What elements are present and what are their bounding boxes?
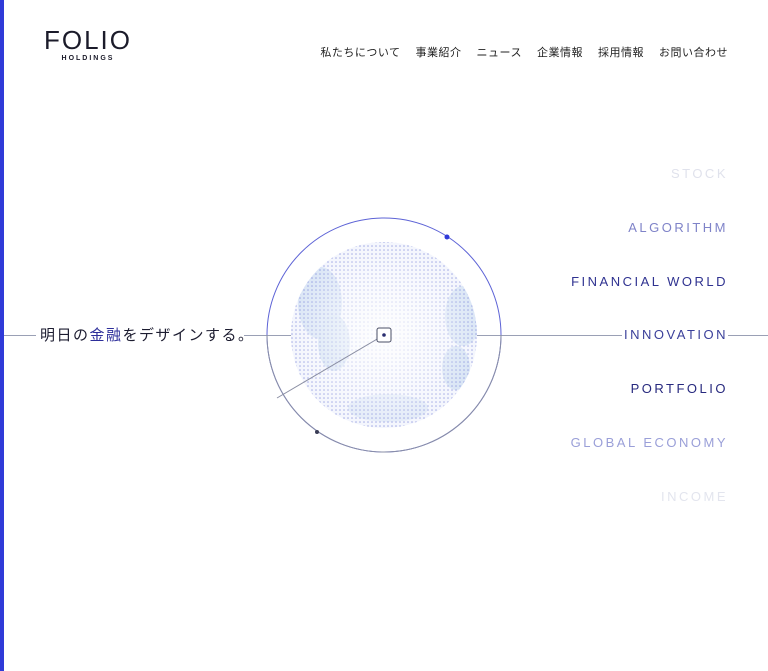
nav-company[interactable]: 企業情報 [537,44,583,60]
keyword-innovation: INNOVATION [622,327,728,342]
nav-about[interactable]: 私たちについて [320,44,400,60]
nav-contact[interactable]: お問い合わせ [659,44,728,60]
left-horizontal-line [4,335,36,336]
keyword-income: INCOME [659,489,728,504]
nav-recruit[interactable]: 採用情報 [598,44,644,60]
nav-business[interactable]: 事業紹介 [416,44,462,60]
main-nav: 私たちについて 事業紹介 ニュース 企業情報 採用情報 お問い合わせ [320,44,728,60]
keyword-stock: STOCK [668,166,728,181]
logo-subtitle: HOLDINGS [61,55,115,62]
tagline-part1: 明日の [40,326,90,344]
hero-tagline: 明日の金融をデザインする。 [40,324,255,345]
keyword-portfolio: PORTFOLIO [628,381,728,396]
tagline-part2: をデザインする。 [122,326,255,344]
orbit-marker-bottom [315,430,319,434]
orbit-marker-top [444,234,450,240]
keyword-financial-world: FINANCIAL WORLD [569,274,728,289]
tagline-highlight: 金融 [89,326,123,344]
keyword-global-economy: GLOBAL ECONOMY [568,435,728,450]
globe-graphic [266,217,502,453]
logo-wordmark: FOLIO [43,25,132,55]
folio-logo[interactable]: FOLIO HOLDINGS [38,26,138,62]
nav-news[interactable]: ニュース [477,44,522,60]
keyword-algorithm: ALGORITHM [626,220,728,235]
